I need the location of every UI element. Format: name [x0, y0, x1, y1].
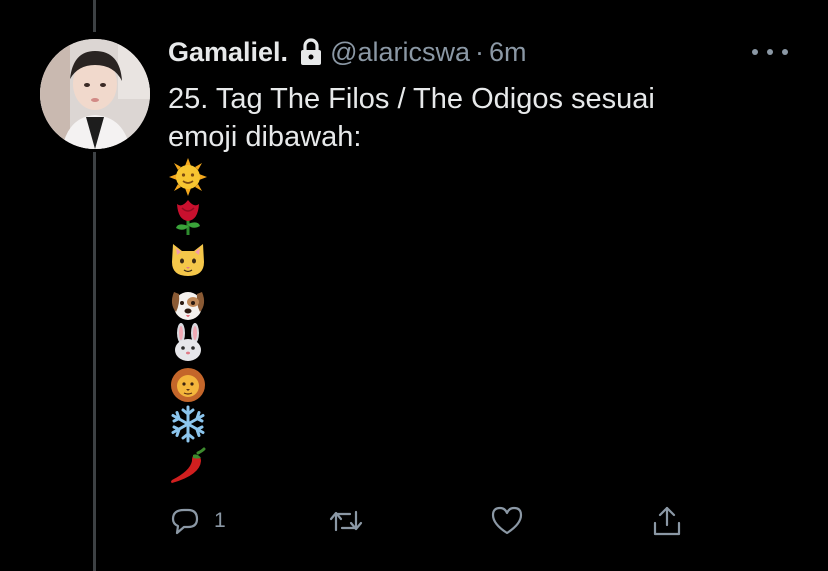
avatar-photo — [40, 39, 150, 149]
thread-line-bottom — [93, 152, 96, 571]
reply-icon — [171, 508, 199, 535]
rose-emoji — [176, 200, 200, 235]
tweet-text-line: emoji dibawah: — [168, 121, 362, 153]
thread-line-top — [93, 0, 96, 32]
share-button[interactable] — [650, 501, 684, 541]
retweet-button[interactable] — [328, 501, 364, 541]
tweet-header: Gamaliel. @alaricswa · 6m — [168, 34, 527, 70]
heart-icon — [491, 506, 523, 535]
lock-icon — [301, 38, 322, 65]
timestamp[interactable]: 6m — [489, 37, 527, 68]
author-name[interactable]: Gamaliel. — [168, 37, 288, 68]
cat-face-emoji — [172, 244, 204, 276]
reply-button[interactable]: 1 — [168, 501, 226, 541]
avatar[interactable] — [40, 39, 150, 149]
snowflake-emoji — [171, 405, 205, 443]
hot-pepper-emoji — [171, 447, 206, 483]
share-icon — [653, 506, 681, 536]
rabbit-face-emoji — [175, 323, 201, 361]
sun-with-face-emoji — [169, 158, 207, 196]
tweet-text: 25. Tag The Filos / The Odigos sesuai em… — [168, 80, 768, 156]
separator-dot: · — [475, 36, 485, 67]
reply-count: 1 — [214, 509, 226, 532]
dog-face-emoji — [171, 292, 205, 320]
tweet-text-line: 25. Tag The Filos / The Odigos sesuai — [168, 83, 655, 115]
retweet-icon — [329, 510, 363, 532]
lion-face-emoji — [171, 368, 205, 402]
more-options-icon[interactable] — [752, 41, 788, 63]
author-handle[interactable]: @alaricswa — [330, 37, 470, 68]
like-button[interactable] — [490, 501, 524, 541]
